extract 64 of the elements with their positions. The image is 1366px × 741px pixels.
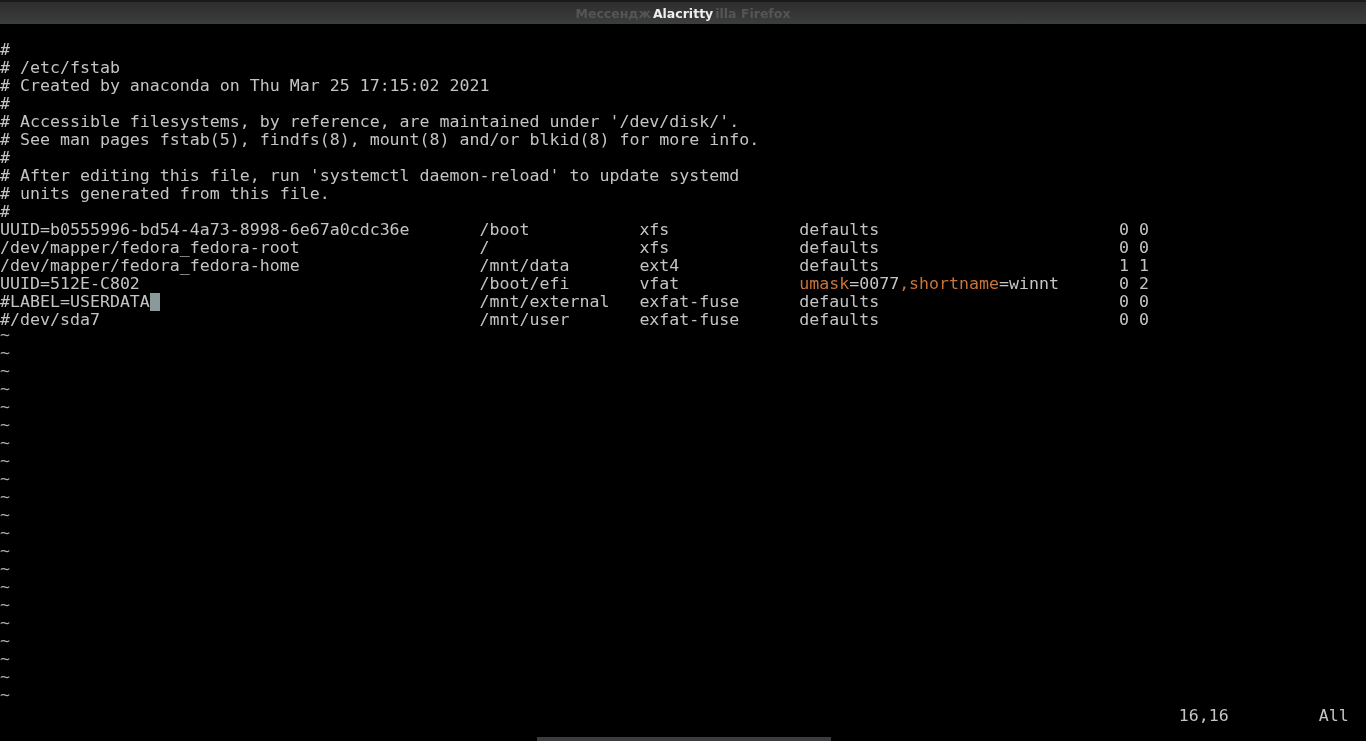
empty-line-marker: ~ (0, 689, 10, 706)
empty-line-marker: ~ (0, 527, 10, 544)
empty-line-marker: ~ (0, 383, 10, 400)
table-cell: 0 2 (1118, 274, 1149, 293)
table-cell: defaults (799, 238, 880, 257)
table-cell: exfat-fuse (639, 310, 740, 329)
table-cell: xfs (639, 220, 670, 239)
table-cell: defaults (799, 256, 880, 275)
empty-line-marker: ~ (0, 455, 10, 472)
empty-line-marker: ~ (0, 437, 10, 454)
table-cell: #LABEL=USERDATA (0, 293, 150, 311)
comment-line: # /etc/fstab (0, 59, 120, 77)
empty-line-marker: ~ (0, 401, 10, 418)
comment-line: # (0, 203, 10, 221)
table-cell: 0 0 (1118, 220, 1149, 239)
table-cell: 0 0 (1118, 310, 1149, 329)
comment-line: # (0, 149, 10, 167)
table-cell: 0 0 (1118, 292, 1149, 311)
table-cell: umask=0077,shortname=winnt (799, 274, 1059, 293)
table-cell: /dev/mapper/fedora_fedora-root (0, 239, 300, 257)
comment-line: # Created by anaconda on Thu Mar 25 17:15:02 2021 (0, 77, 490, 95)
empty-line-marker: ~ (0, 509, 10, 526)
empty-line-marker: ~ (0, 473, 10, 490)
empty-line-marker: ~ (0, 635, 10, 652)
comment-line: # See man pages fstab(5), findfs(8), mount(8) and/or blkid(8) for more info. (0, 131, 760, 149)
table-cell: defaults (799, 220, 880, 239)
table-cell: /mnt/external (479, 292, 610, 311)
cursor-position: 16,16 (1178, 706, 1229, 725)
empty-line-marker: ~ (0, 671, 10, 688)
table-cell: #/dev/sda7 (0, 311, 100, 329)
table-cell: UUID=b0555996-bd54-4a73-8998-6e67a0cdc36e (0, 221, 410, 239)
table-cell: UUID=512E-C802 (0, 275, 140, 293)
table-cell: /mnt/data (479, 256, 570, 275)
comment-line: # Accessible filesystems, by reference, are maintained under '/dev/disk/'. (0, 113, 740, 131)
table-cell: exfat-fuse (639, 292, 740, 311)
empty-line-marker: ~ (0, 581, 10, 598)
table-cell: /boot (479, 220, 530, 239)
empty-line-marker: ~ (0, 329, 10, 346)
empty-line-marker: ~ (0, 563, 10, 580)
empty-line-marker: ~ (0, 491, 10, 508)
table-cell: vfat (639, 274, 680, 293)
empty-line-marker: ~ (0, 545, 10, 562)
empty-line-marker: ~ (0, 617, 10, 634)
comment-line: # After editing this file, run 'systemctl daemon-reload' to update systemd (0, 167, 740, 185)
table-cell: / (479, 238, 490, 257)
table-cell: 1 1 (1118, 256, 1149, 275)
comment-line: # (0, 95, 10, 113)
window-title: Alacritty (651, 5, 715, 21)
table-cell: 0 0 (1118, 238, 1149, 257)
comment-line: # units generated from this file. (0, 185, 330, 203)
table-cell: defaults (799, 310, 880, 329)
table-cell: ext4 (639, 256, 680, 275)
comment-line: # (0, 41, 10, 59)
empty-line-marker: ~ (0, 653, 10, 670)
empty-line-marker: ~ (0, 365, 10, 382)
empty-line-marker: ~ (0, 599, 10, 616)
table-cell: xfs (639, 238, 670, 257)
table-cell: defaults (799, 292, 880, 311)
table-cell: /mnt/user (479, 310, 570, 329)
scroll-position: All (1318, 707, 1349, 725)
empty-line-marker: ~ (0, 347, 10, 364)
table-cell: /dev/mapper/fedora_fedora-home (0, 257, 300, 275)
empty-line-marker: ~ (0, 419, 10, 436)
table-cell: /boot/efi (479, 274, 570, 293)
